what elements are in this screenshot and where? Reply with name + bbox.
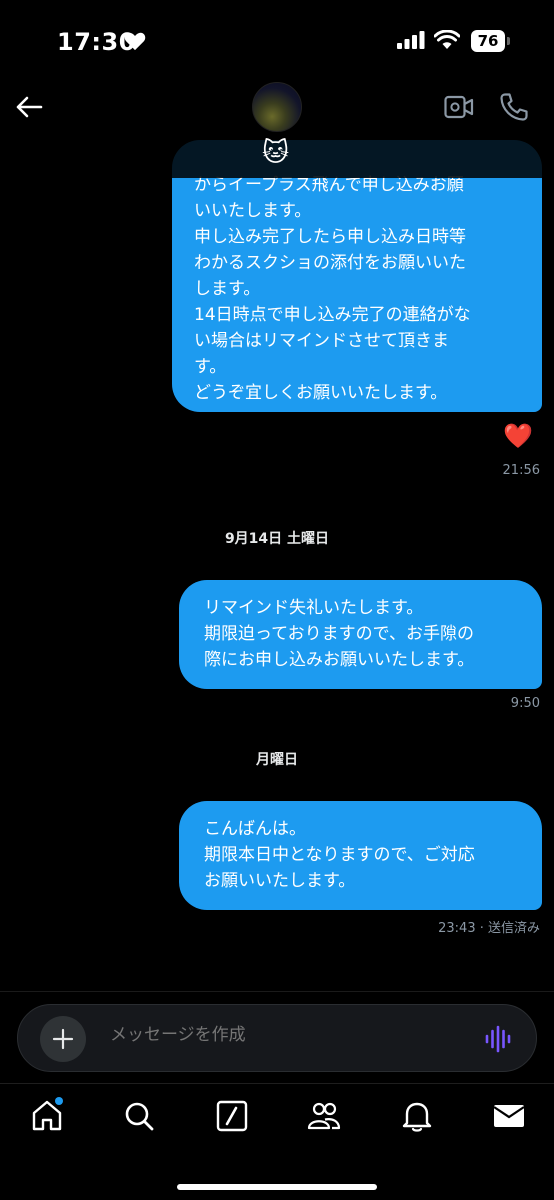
home-indicator — [177, 1184, 377, 1190]
plus-icon — [52, 1028, 74, 1050]
bottom-nav — [0, 1083, 554, 1200]
bell-icon[interactable] — [400, 1099, 434, 1133]
conversation-header: 🐱 — [0, 82, 554, 178]
composer-area — [0, 991, 554, 1083]
compose-icon[interactable] — [215, 1099, 249, 1133]
video-call-icon[interactable] — [444, 94, 474, 120]
message-input[interactable] — [110, 1025, 470, 1045]
add-attachment-button[interactable] — [40, 1016, 86, 1062]
message-composer[interactable] — [17, 1004, 537, 1072]
date-separator: 9月14日 土曜日 — [224, 531, 330, 547]
message-bubble[interactable]: リマインド失礼いたします。 期限迫っておりますので、お手隙の 際にお申し込みお願… — [179, 580, 542, 689]
date-separator: 月曜日 — [256, 752, 298, 768]
voice-icon[interactable] — [484, 1025, 512, 1053]
notification-dot — [55, 1097, 63, 1105]
message-timestamp: 9:50 — [510, 696, 540, 711]
phone-icon[interactable] — [499, 92, 529, 122]
battery-tip — [507, 37, 510, 45]
signal-icon — [397, 31, 425, 49]
message-bubble[interactable]: からイープラス飛んで申し込みお願 いいたします。 申し込み完了したら申し込み日時… — [172, 140, 542, 412]
battery-indicator: 76 — [471, 30, 505, 52]
message-timestamp: 23:43 · 送信済み — [438, 921, 540, 936]
heart-icon — [124, 32, 146, 51]
contact-name-emoji[interactable]: 🐱 — [262, 138, 289, 168]
message-bubble[interactable]: こんばんは。 期限本日中となりますので、ご対応 お願いいたします。 — [179, 801, 542, 910]
message-timestamp: 21:56 — [502, 463, 540, 478]
status-bar: 17:30 76 — [0, 0, 554, 82]
back-arrow-icon[interactable] — [14, 92, 44, 122]
search-icon[interactable] — [122, 1099, 156, 1133]
people-icon[interactable] — [307, 1099, 341, 1133]
avatar[interactable] — [252, 82, 302, 132]
mail-icon[interactable] — [492, 1099, 526, 1133]
wifi-icon — [434, 30, 460, 49]
heart-reaction[interactable]: ❤️ — [503, 422, 533, 450]
